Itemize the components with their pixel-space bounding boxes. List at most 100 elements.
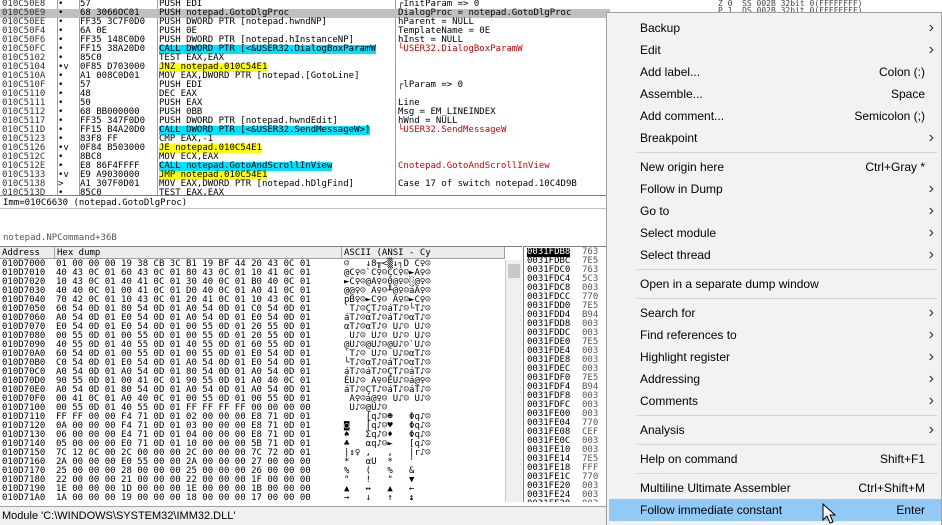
context-menu[interactable]: Backup › Edit › Add label... Colon (:) Assembl… (606, 12, 942, 525)
disasm-hex: 57 (80, 80, 91, 90)
dump-ascii: → ↓ ↑ ↨ (344, 493, 415, 503)
menu-item-go-to[interactable]: Go to › (609, 200, 941, 222)
menu-item-label: Edit (640, 43, 661, 57)
menu-item-label: Analysis (640, 423, 685, 437)
disasm-instruction: TEST EAX,EAX (159, 188, 225, 196)
menu-item-shortcut: Colon (:) (878, 65, 925, 79)
menu-item-label: Help on command (640, 452, 738, 466)
menu-item-follow-in-dump[interactable]: Follow in Dump › (609, 178, 941, 200)
menu-separator (637, 298, 937, 299)
chevron-right-icon: › (928, 421, 934, 438)
menu-item-breakpoint[interactable]: Breakpoint › (609, 127, 941, 149)
menu-item-shortcut: Ctrl+Shift+M (858, 481, 925, 495)
chevron-right-icon: › (928, 348, 934, 365)
menu-item-shortcut: Ctrl+Gray * (865, 160, 925, 174)
menu-item-label: Breakpoint (640, 131, 698, 145)
menu-item-label: Add comment... (640, 109, 725, 123)
menu-item-open-in-a-separate-dump-window[interactable]: Open in a separate dump window (609, 273, 941, 295)
disasm-hex: A1 008C0D01 (80, 71, 140, 81)
menu-item-help-on-command[interactable]: Help on command Shift+F1 (609, 448, 941, 470)
menu-item-label: Addressing (640, 372, 701, 386)
menu-item-follow-immediate-constant[interactable]: Follow immediate constant Enter (609, 499, 941, 521)
menu-item-shortcut: Shift+F1 (879, 452, 925, 466)
disasm-comment: ┌lParam => 0 (398, 80, 464, 90)
stack-pane[interactable]: 0031FDB8 763 0031FDBC 7E5 0031FDC0 763 0031FDC… (523, 246, 610, 502)
menu-item-add-label[interactable]: Add label... Colon (:) (609, 61, 941, 83)
chevron-right-icon: › (928, 246, 934, 263)
menu-item-new-origin-here[interactable]: New origin here Ctrl+Gray * (609, 156, 941, 178)
menu-item-label: Add label... (640, 65, 701, 79)
chevron-right-icon: › (928, 326, 934, 343)
chevron-right-icon: › (928, 129, 934, 146)
chevron-right-icon: › (928, 392, 934, 409)
stack-value: 003 (582, 500, 598, 503)
menu-item-label: Go to (640, 204, 670, 218)
menu-item-label: Follow in Dump (640, 182, 723, 196)
menu-item-assemble[interactable]: Assemble... Space (609, 83, 941, 105)
menu-item-shortcut: Semicolon (;) (854, 109, 925, 123)
chevron-right-icon: › (928, 202, 934, 219)
menu-item-edit[interactable]: Edit › (609, 39, 941, 61)
menu-item-select-thread[interactable]: Select thread › (609, 244, 941, 266)
menu-item-label: Assemble... (640, 87, 703, 101)
menu-item-highlight-register[interactable]: Highlight register › (609, 346, 941, 368)
menu-item-label: New origin here (640, 160, 725, 174)
disasm-comment: Cnotepad.GotoAndScrollInView (398, 161, 550, 171)
disasm-comment: └USER32.SendMessageW (398, 125, 507, 135)
menu-item-backup[interactable]: Backup › (609, 17, 941, 39)
menu-item-label: Backup (640, 21, 681, 35)
dump-header-ascii[interactable]: ASCII (ANSI - Cy (342, 247, 505, 259)
menu-separator (637, 473, 937, 474)
disasm-row[interactable]: 010C513D • 85C0 TEST EAX,EAX (0, 189, 610, 196)
menu-item-search-for[interactable]: Search for › (609, 302, 941, 324)
menu-item-multiline-ultimate-assembler[interactable]: Multiline Ultimate Assembler Ctrl+Shift+M (609, 477, 941, 499)
memory-dump-pane[interactable]: Address Hex dump ASCII (ANSI - Cy 010D70… (0, 246, 522, 502)
menu-item-analysis[interactable]: Analysis › (609, 419, 941, 441)
dump-row[interactable]: 010D71A0 1A 00 00 00 19 00 00 00 18 00 00… (0, 493, 522, 503)
info-location-line: notepad.NPCommand+36B (0, 232, 610, 244)
disasm-row[interactable]: 010C510A • A1 008C0D01 MOV EAX,DWORD PTR [n… (0, 72, 610, 81)
mouse-cursor-icon (822, 503, 837, 524)
info-immediate-line: Imm=010C6630 (notepad.GotoDlgProc) (0, 197, 610, 209)
stack-address: 0031FE28 (527, 500, 570, 503)
menu-separator (637, 444, 937, 445)
menu-item-add-comment[interactable]: Add comment... Semicolon (;) (609, 105, 941, 127)
menu-item-label: Highlight register (640, 350, 731, 364)
chevron-right-icon: › (928, 19, 934, 36)
menu-item-label: Select thread (640, 248, 711, 262)
chevron-right-icon: › (928, 224, 934, 241)
disasm-flow-marker: • (58, 188, 64, 196)
menu-item-label: Find references to (640, 328, 737, 342)
menu-separator (637, 152, 937, 153)
chevron-right-icon: › (928, 304, 934, 321)
disasm-row[interactable]: 010C510F • 57 PUSH EDI ┌lParam => 0 (0, 81, 610, 90)
disasm-row[interactable]: 010C5110 • 48 DEC EAX (0, 90, 610, 99)
dump-address: 010D71A0 (2, 493, 46, 503)
menu-item-label: Search for (640, 306, 696, 320)
menu-item-find-references-to[interactable]: Find references to › (609, 324, 941, 346)
dump-header-hex[interactable]: Hex dump (55, 247, 342, 259)
chevron-right-icon: › (928, 180, 934, 197)
stack-row[interactable]: 0031FE28 003 (524, 500, 610, 503)
disasm-hex: 48 (80, 89, 91, 99)
disasm-comment: └USER32.DialogBoxParamW (398, 44, 523, 54)
disasm-hex: 85C0 (80, 188, 102, 196)
menu-item-comments[interactable]: Comments › (609, 390, 941, 412)
menu-item-label: Select module (640, 226, 717, 240)
dump-header-address[interactable]: Address (0, 247, 55, 259)
menu-item-shortcut: Space (890, 87, 925, 101)
menu-item-select-module[interactable]: Select module › (609, 222, 941, 244)
menu-item-shortcut: Enter (896, 503, 925, 517)
menu-item-label: Multiline Ultimate Assembler (640, 481, 791, 495)
menu-item-addressing[interactable]: Addressing › (609, 368, 941, 390)
menu-item-label: Open in a separate dump window (640, 277, 819, 291)
chevron-right-icon: › (928, 41, 934, 58)
menu-item-label: Follow immediate constant (640, 503, 783, 517)
disasm-address: 010C513D (2, 188, 46, 196)
disassembly-pane[interactable]: 010C50E8 • 57 PUSH EDI ┌InitParam => 0 010C50… (0, 0, 610, 196)
disasm-comment: Case 17 of switch notepad.10C4D9B (398, 179, 577, 189)
menu-separator (637, 415, 937, 416)
chevron-right-icon: › (928, 370, 934, 387)
menu-separator (637, 269, 937, 270)
dump-hex: 1A 00 00 00 19 00 00 00 18 00 00 00 17 0… (56, 493, 311, 503)
